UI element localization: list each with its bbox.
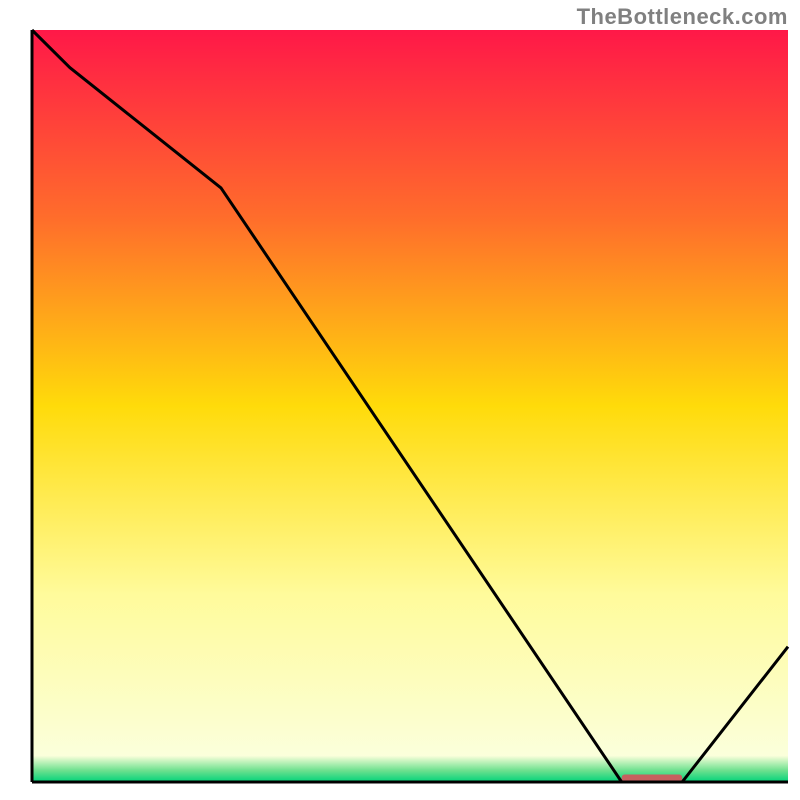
watermark-text: TheBottleneck.com [577, 4, 788, 30]
chart-frame: TheBottleneck.com [0, 0, 800, 800]
bottleneck-chart [0, 0, 800, 800]
plot-background [32, 30, 788, 782]
